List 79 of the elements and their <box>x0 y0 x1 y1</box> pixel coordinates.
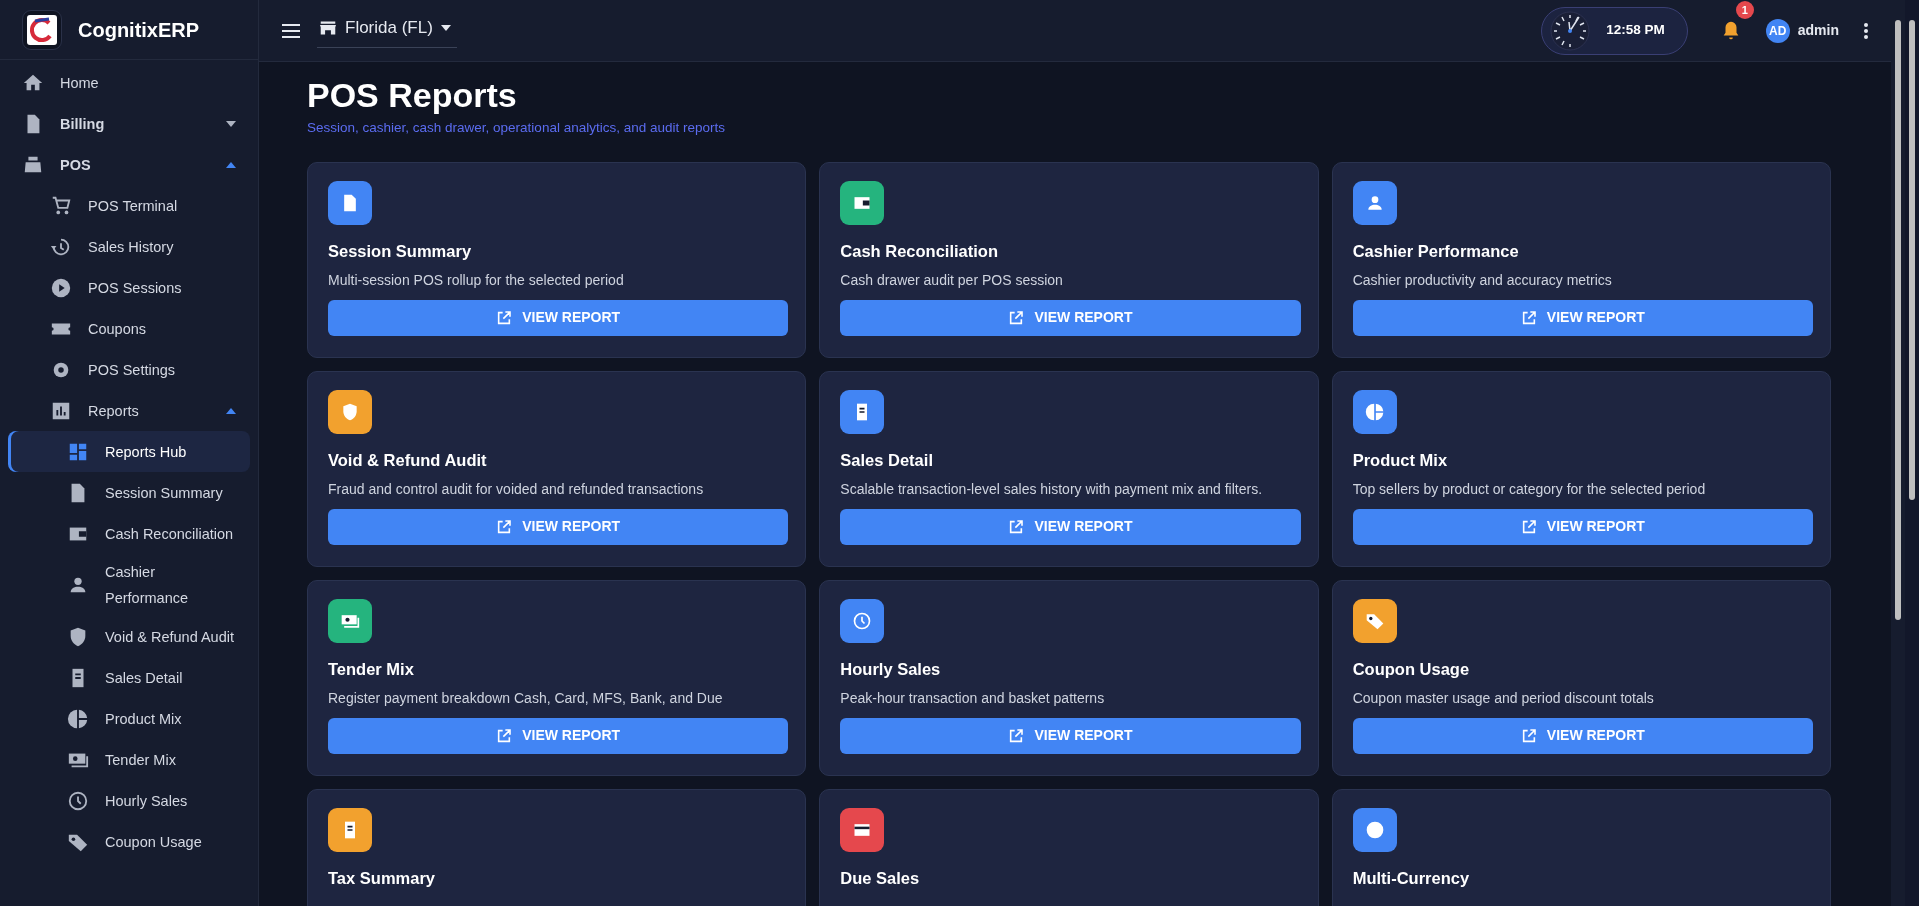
report-title: Hourly Sales <box>840 658 942 680</box>
sidebar-item[interactable]: POS Sessions <box>8 267 250 308</box>
report-description: Cash drawer audit per POS session <box>840 270 1064 290</box>
caret-icon <box>440 25 451 31</box>
report-description: Coupon master usage and period discount totals <box>1352 688 1655 708</box>
sidebar-item[interactable]: Reports <box>8 390 250 431</box>
sidebar-item[interactable]: Home <box>8 62 250 103</box>
sidebar-item[interactable]: Cash Reconciliation <box>8 513 250 554</box>
view-report-button[interactable]: VIEW REPORT <box>328 717 789 754</box>
sidebar-item[interactable]: Billing <box>8 103 250 144</box>
external-link-icon <box>1520 727 1537 744</box>
sidebar-item[interactable]: Sales Detail <box>8 657 250 698</box>
sidebar-item[interactable]: Cashier Performance <box>8 554 250 616</box>
report-title: Product Mix <box>1352 449 1449 471</box>
external-link-icon <box>1008 518 1025 535</box>
external-link-icon <box>1008 727 1025 744</box>
user-name[interactable]: admin <box>1797 20 1839 41</box>
report-description: Scalable transaction-level sales history with payment mix and filters. <box>840 479 1264 499</box>
report-description: Peak-hour transaction and basket patterns <box>840 688 1106 708</box>
report-title: Void & Refund Audit <box>328 449 488 471</box>
clock-time: 12:58 PM <box>1606 21 1665 40</box>
pie-chart-icon <box>1364 401 1385 422</box>
brand-name: CognitixERP <box>78 17 200 43</box>
shield-icon <box>340 401 360 422</box>
store-icon <box>319 20 337 36</box>
external-link-icon <box>496 518 513 535</box>
play-icon <box>50 276 72 299</box>
report-description: Register payment breakdown Cash, Card, MFS, Bank, and Due <box>328 688 724 708</box>
notification-count: 1 <box>1735 1 1754 19</box>
report-title: Session Summary <box>328 240 473 262</box>
sidebar-item[interactable]: POS Terminal <box>8 185 250 226</box>
report-title: Multi-Currency <box>1352 867 1471 889</box>
page-subtitle: Session, cashier, cash drawer, operational analytics, and audit reports <box>307 118 726 137</box>
report-title: Cashier Performance <box>1352 240 1520 262</box>
report-title: Cash Reconciliation <box>840 240 1000 262</box>
external-link-icon <box>496 727 513 744</box>
sidebar-item[interactable]: Coupons <box>8 308 250 349</box>
sidebar-item[interactable]: Reports Hub <box>8 431 250 472</box>
report-title: Sales Detail <box>840 449 934 471</box>
sidebar-item[interactable]: Product Mix <box>8 698 250 739</box>
report-description: Top sellers by product or category for the selected period <box>1352 479 1707 499</box>
clock-icon <box>67 789 89 812</box>
sidebar-item[interactable]: Sales History <box>8 226 250 267</box>
report-title: Due Sales <box>840 867 921 889</box>
view-report-button[interactable]: VIEW REPORT <box>840 717 1301 754</box>
report-description: Multi-session POS rollup for the selected period <box>328 270 625 290</box>
sidebar-item[interactable]: POS Settings <box>8 349 250 390</box>
report-title: Coupon Usage <box>1352 658 1471 680</box>
scrollbar-thumb[interactable] <box>1909 20 1915 500</box>
sidebar-item[interactable]: Tender Mix <box>8 739 250 780</box>
view-report-button[interactable]: VIEW REPORT <box>1352 299 1813 336</box>
location-dropdown[interactable]: Florida (FL) <box>317 13 457 48</box>
view-report-button[interactable]: VIEW REPORT <box>1352 717 1813 754</box>
page-title: POS Reports <box>307 78 518 114</box>
report-description: Fraud and control audit for voided and refunded transactions <box>328 479 705 499</box>
user-avatar[interactable]: AD <box>1765 18 1790 43</box>
sidebar-item[interactable]: POS <box>8 144 250 185</box>
logo-icon <box>22 9 62 50</box>
sidebar-item[interactable]: Hourly Sales <box>8 780 250 821</box>
analog-clock-icon <box>1550 10 1591 51</box>
view-report-button[interactable]: VIEW REPORT <box>840 299 1301 336</box>
clock-icon <box>852 610 873 631</box>
scrollbar-thumb[interactable] <box>1895 20 1901 620</box>
sidebar-item[interactable]: Void & Refund Audit <box>8 616 250 657</box>
report-title: Tender Mix <box>328 658 415 680</box>
view-report-button[interactable]: VIEW REPORT <box>328 508 789 545</box>
external-link-icon <box>496 309 513 326</box>
view-report-button[interactable]: VIEW REPORT <box>1352 508 1813 545</box>
cart-icon <box>50 194 72 217</box>
report-description: Cashier productivity and accuracy metrics <box>1352 270 1613 290</box>
external-link-icon <box>1008 309 1025 326</box>
report-title: Tax Summary <box>328 867 436 889</box>
pie-chart-icon <box>67 707 89 730</box>
external-link-icon <box>1520 309 1537 326</box>
view-report-button[interactable]: VIEW REPORT <box>328 299 789 336</box>
view-report-button[interactable]: VIEW REPORT <box>840 508 1301 545</box>
sidebar-item[interactable]: Coupon Usage <box>8 821 250 862</box>
external-link-icon <box>1520 518 1537 535</box>
sidebar-item[interactable]: Session Summary <box>8 472 250 513</box>
